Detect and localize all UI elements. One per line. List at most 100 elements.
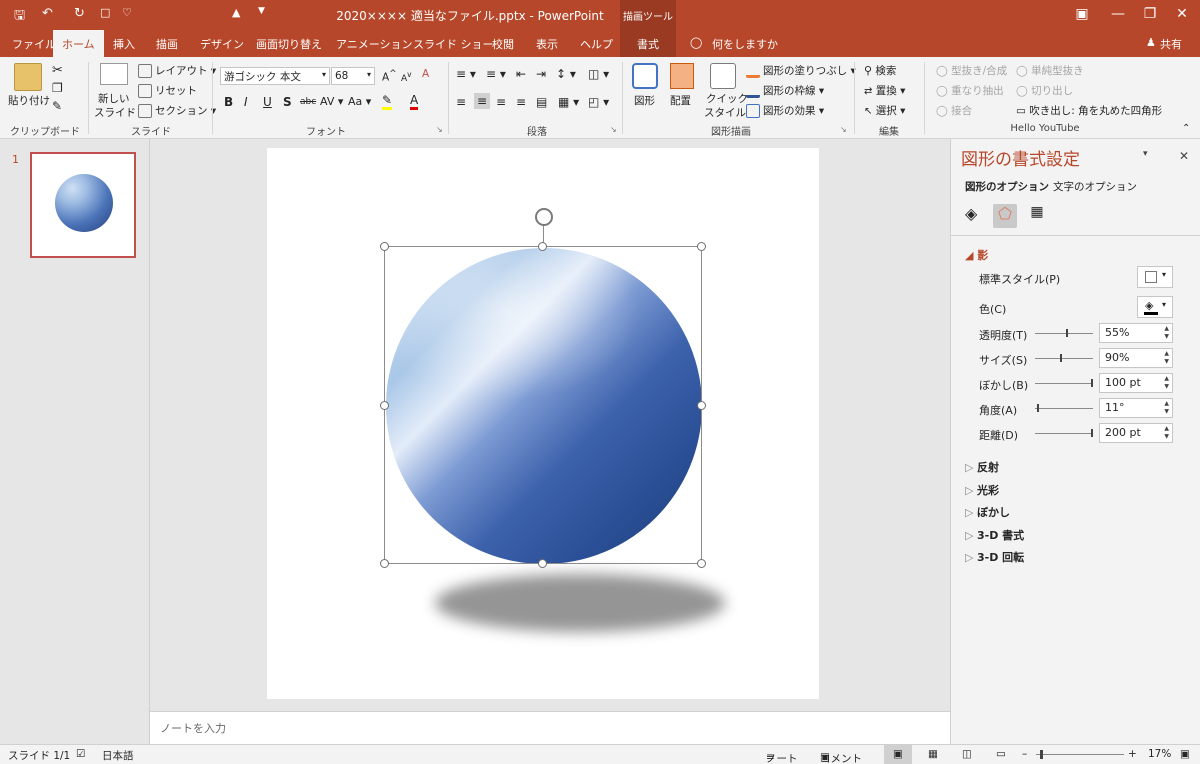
touch-mode-icon[interactable]: ♡	[122, 6, 132, 19]
collapse-ribbon-icon[interactable]: ⌃	[1182, 123, 1190, 134]
simple-cut-button[interactable]: ◯ 単純型抜き	[1016, 63, 1084, 78]
font-name-select[interactable]: 游ゴシック 本文 ▾	[220, 67, 330, 85]
new-slide-button[interactable]: 新しい	[98, 91, 130, 106]
dialog-launcher-icon[interactable]: ↘	[436, 125, 443, 134]
arrange-button[interactable]: 配置	[670, 93, 691, 108]
align-left-icon[interactable]: ≡	[456, 95, 466, 109]
shadow-row-spinbox[interactable]: 55% ▲ ▼	[1099, 323, 1173, 343]
slider-thumb[interactable]	[1091, 429, 1093, 437]
slider-thumb[interactable]	[1066, 329, 1068, 337]
shapes-icon[interactable]	[632, 63, 658, 89]
resize-handle-ne[interactable]	[697, 242, 706, 251]
tab-transitions[interactable]: 画面切り替え	[256, 36, 322, 52]
align-right-icon[interactable]: ≡	[496, 95, 506, 109]
restore-icon[interactable]: ❐	[1132, 0, 1168, 30]
line-spacing-icon[interactable]: ↕ ▾	[556, 67, 576, 81]
align-center-icon[interactable]: ≡	[474, 93, 491, 109]
shadow-row-slider[interactable]	[1035, 383, 1093, 384]
copy-icon[interactable]: ❐	[52, 81, 63, 95]
tab-slideshow[interactable]: スライド ショー	[413, 36, 494, 52]
tab-view[interactable]: 表示	[536, 36, 558, 52]
increase-indent-icon[interactable]: ⇥	[536, 67, 546, 81]
shapes-button[interactable]: 図形	[634, 93, 655, 108]
resize-handle-n[interactable]	[538, 242, 547, 251]
customize-qat-icon[interactable]: ▼	[258, 6, 265, 16]
zoom-level[interactable]: 17%	[1148, 748, 1171, 760]
shadow-row-slider[interactable]	[1035, 333, 1093, 334]
dialog-launcher-icon[interactable]: ↘	[840, 125, 847, 134]
tab-home[interactable]: ホーム	[53, 30, 104, 57]
spellcheck-icon[interactable]: ☑	[76, 748, 85, 760]
spin-arrows-icon[interactable]: ▲ ▼	[1164, 350, 1169, 366]
grow-font-icon[interactable]: A^	[382, 69, 397, 84]
shadow-row-spinbox[interactable]: 90% ▲ ▼	[1099, 348, 1173, 368]
resize-handle-sw[interactable]	[380, 559, 389, 568]
layout-button[interactable]: レイアウト ▾	[138, 63, 216, 78]
slide[interactable]	[267, 148, 819, 699]
callout-button[interactable]: ▭ 吹き出し: 角を丸めた四角形	[1016, 103, 1162, 118]
decrease-indent-icon[interactable]: ⇤	[516, 67, 526, 81]
paste-icon[interactable]	[14, 63, 42, 91]
replace-button[interactable]: ⇄ 置換 ▾	[864, 83, 905, 98]
reset-button[interactable]: リセット	[138, 83, 197, 98]
resize-handle-nw[interactable]	[380, 242, 389, 251]
quick-styles-button-line2[interactable]: スタイル	[704, 105, 746, 120]
zoom-in-icon[interactable]: +	[1128, 748, 1137, 760]
tab-insert[interactable]: 挿入	[113, 36, 135, 52]
preset-dropdown[interactable]: ▾	[1137, 266, 1173, 288]
tab-text-options[interactable]: 文字のオプション	[1053, 179, 1137, 194]
tab-file[interactable]: ファイル	[12, 36, 56, 52]
slide-thumbnail[interactable]	[30, 152, 136, 258]
shadow-text-icon[interactable]: S	[283, 95, 292, 109]
font-size-select[interactable]: 68 ▾	[331, 67, 375, 85]
overlap-extract-button[interactable]: ◯ 重なり抽出	[936, 83, 1004, 98]
slide-sorter-icon[interactable]: ▦	[928, 748, 938, 760]
smartart-icon[interactable]: ◰ ▾	[588, 95, 609, 109]
share-button[interactable]: 共有	[1160, 36, 1182, 52]
presenter-icon[interactable]: ▲	[232, 6, 240, 19]
distributed-icon[interactable]: ▤	[536, 95, 547, 109]
shadow-row-slider[interactable]	[1035, 433, 1093, 434]
section-reflection[interactable]: ▷ 反射	[965, 459, 999, 475]
resize-handle-w[interactable]	[380, 401, 389, 410]
quick-styles-icon[interactable]	[710, 63, 736, 89]
save-icon[interactable]: 🖫	[14, 6, 25, 28]
select-button[interactable]: ↖ 選択 ▾	[864, 103, 905, 118]
minimize-icon[interactable]: —	[1100, 0, 1136, 30]
shape-fill-button[interactable]: 図形の塗りつぶし ▾	[746, 63, 856, 78]
shrink-font-icon[interactable]: Av	[401, 70, 412, 84]
cut-out-button[interactable]: ◯ 切り出し	[1016, 83, 1073, 98]
cut-merge-button[interactable]: ◯ 型抜き/合成	[936, 63, 1007, 78]
section-3d-rotation[interactable]: ▷ 3-D 回転	[965, 549, 1024, 565]
fit-to-window-icon[interactable]: ▣	[1180, 748, 1190, 760]
resize-handle-se[interactable]	[697, 559, 706, 568]
section-glow[interactable]: ▷ 光彩	[965, 482, 999, 498]
resize-handle-e[interactable]	[697, 401, 706, 410]
clear-format-icon[interactable]: A	[422, 68, 429, 80]
shadow-color-dropdown[interactable]: ◈ ▾	[1137, 296, 1173, 318]
spin-arrows-icon[interactable]: ▲ ▼	[1164, 375, 1169, 391]
quick-styles-button[interactable]: クイック	[706, 91, 748, 106]
bullets-icon[interactable]: ≡ ▾	[456, 67, 476, 81]
underline-icon[interactable]: U	[263, 95, 272, 109]
section-shadow-header[interactable]: ◢ 影	[965, 247, 988, 263]
undo-icon[interactable]: ↶	[42, 6, 53, 21]
notes-pane[interactable]: ノートを入力	[150, 711, 950, 744]
slider-thumb[interactable]	[1060, 354, 1062, 362]
strikethrough-icon[interactable]: abc	[300, 97, 316, 107]
tab-draw[interactable]: 描画	[156, 36, 178, 52]
fill-line-icon[interactable]: ◈	[965, 204, 989, 228]
slider-thumb[interactable]	[1091, 379, 1093, 387]
shape-effects-button[interactable]: 図形の効果 ▾	[746, 103, 824, 118]
char-spacing-icon[interactable]: AV ▾	[320, 95, 343, 108]
close-pane-icon[interactable]: ✕	[1179, 149, 1189, 163]
shadow-row-spinbox[interactable]: 100 pt ▲ ▼	[1099, 373, 1173, 393]
arrange-icon[interactable]	[670, 63, 694, 89]
find-button[interactable]: ⚲ 検索	[864, 63, 896, 78]
reading-view-icon[interactable]: ◫	[962, 748, 972, 760]
numbering-icon[interactable]: ≡ ▾	[486, 67, 506, 81]
start-from-beginning-icon[interactable]: □	[100, 6, 110, 19]
slider-thumb[interactable]	[1037, 404, 1039, 412]
text-direction-icon[interactable]: ▦ ▾	[558, 95, 579, 109]
spin-arrows-icon[interactable]: ▲ ▼	[1164, 400, 1169, 416]
